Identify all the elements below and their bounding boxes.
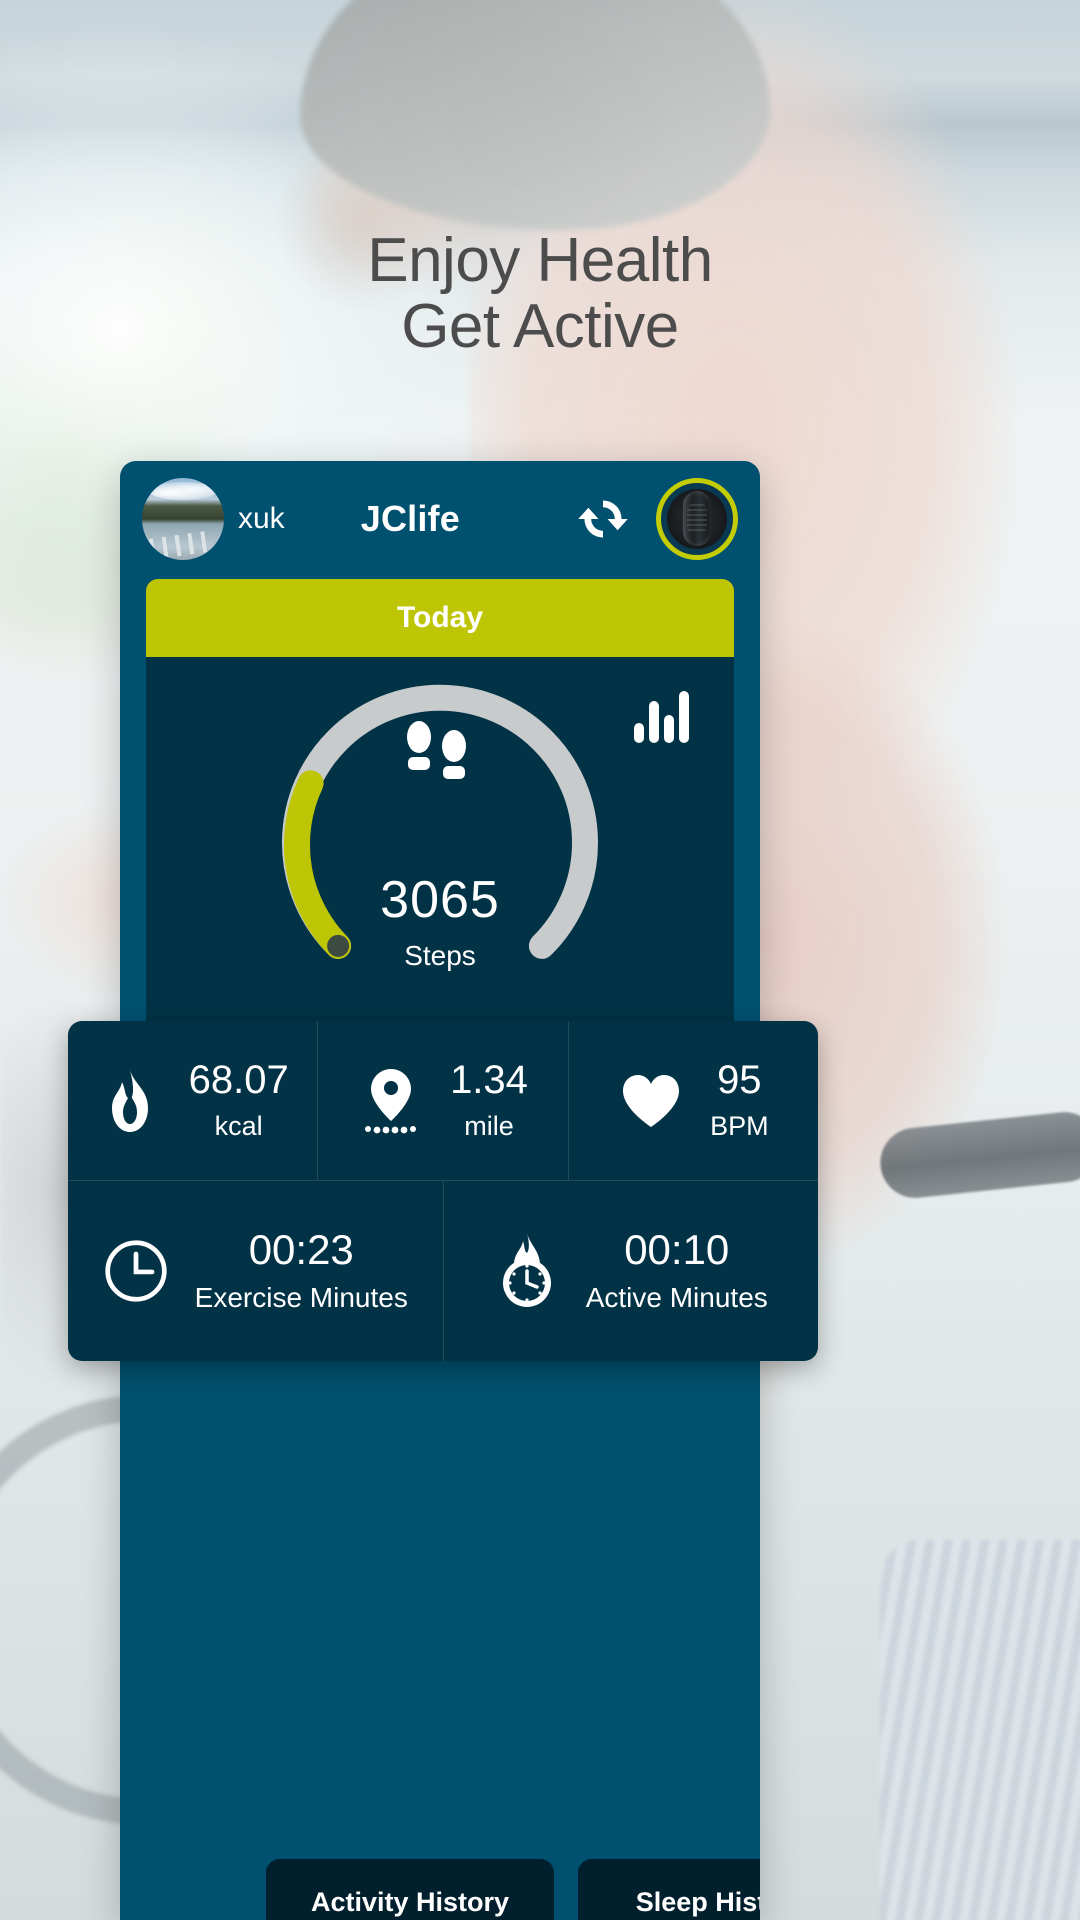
sleep-history-title: Sleep History [578,1859,760,1920]
metrics-row-secondary: 00:23 Exercise Minutes 00:10 Active Minu… [68,1181,818,1361]
metric-heartrate[interactable]: 95 BPM [567,1021,818,1180]
exercise-minutes-value: 00:23 [248,1225,354,1273]
map-pin-icon [358,1064,424,1138]
active-minutes-unit: Active Minutes [585,1282,768,1314]
active-minutes-value: 00:10 [624,1225,730,1273]
activity-history-title: Activity History [266,1859,554,1920]
history-cards: Activity History Sleep History [266,1859,760,1920]
heartrate-value: 95 [717,1058,762,1102]
steps-gauge-center: 3065 Steps 30% [146,721,734,1048]
avatar[interactable] [142,477,224,560]
metric-exercise-minutes[interactable]: 00:23 Exercise Minutes [68,1181,443,1361]
date-tab-label: Today [396,601,484,634]
promo-headline: Enjoy Health Get Active [367,226,713,361]
heartrate-unit: BPM [710,1111,769,1141]
background-shorts [880,1540,1080,1920]
steps-gauge-card[interactable]: 3065 Steps 30% [146,657,734,1047]
activity-history-card[interactable]: Activity History [266,1859,554,1920]
heart-icon [618,1064,684,1138]
steps-value: 3065 [380,871,500,929]
calories-value: 68.07 [188,1058,289,1102]
clock-icon [103,1234,169,1308]
distance-unit: mile [464,1111,514,1141]
date-tab-today[interactable]: Today [146,579,734,657]
flame-icon [97,1064,163,1138]
steps-unit: Steps [404,940,476,971]
app-title: JClife [360,497,460,539]
sleep-history-card[interactable]: Sleep History [578,1859,760,1920]
footprints-icon [407,721,466,779]
screenshot-root: Enjoy Health Get Active xuk JClife Today… [0,0,1080,1920]
metrics-panel: 68.07 kcal 1.34 mile 95 BPM 00:23 Exerci… [68,1021,818,1361]
exercise-minutes-unit: Exercise Minutes [194,1282,408,1314]
avatar-sky [148,482,218,501]
app-bar: xuk JClife [120,461,760,576]
metric-distance[interactable]: 1.34 mile [317,1021,567,1180]
fitness-band-icon [667,488,727,549]
calories-unit: kcal [214,1111,263,1141]
metrics-row-primary: 68.07 kcal 1.34 mile 95 BPM [68,1021,818,1181]
sync-refresh-icon [578,499,628,538]
metric-active-minutes[interactable]: 00:10 Active Minutes [442,1181,819,1361]
sync-button[interactable] [576,492,630,546]
avatar-fence [148,531,209,560]
device-button[interactable] [656,477,738,560]
distance-value: 1.34 [450,1058,528,1102]
flame-clock-icon [494,1233,560,1308]
metric-calories[interactable]: 68.07 kcal [68,1021,317,1180]
